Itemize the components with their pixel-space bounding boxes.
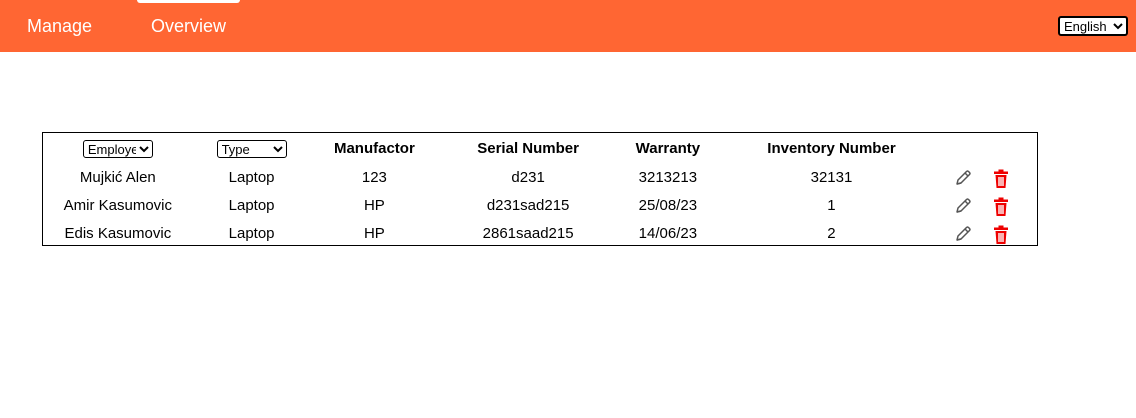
cell-warranty: 3213213	[638, 169, 698, 186]
cell-inventory-number: 2	[827, 225, 836, 242]
cell-actions	[945, 164, 1037, 192]
cell-inventory-number: 1	[827, 197, 836, 214]
active-tab-indicator	[137, 0, 240, 3]
header-inventory-number: Inventory Number	[767, 140, 896, 157]
cell-serial-number: 2861saad215	[482, 225, 574, 242]
cell-actions	[945, 220, 1037, 248]
cell-manufactor: HP	[363, 197, 385, 214]
cell-serial-number: d231	[511, 169, 545, 186]
cell-employee: Mujkić Alen	[79, 169, 156, 186]
cell-manufactor: 123	[361, 169, 387, 186]
table-row: Edis Kasumovic Laptop HP 2861saad215 14/…	[43, 220, 1037, 248]
nav-overview-link[interactable]: Overview	[151, 15, 226, 37]
cell-actions	[945, 192, 1037, 220]
trash-icon[interactable]	[992, 169, 1010, 189]
header-actions	[945, 133, 1037, 164]
top-navbar: Manage Overview English	[0, 0, 1136, 52]
table-row: Amir Kasumovic Laptop HP d231sad215 25/0…	[43, 192, 1037, 220]
table-header-row: Employee Type Manufactor Serial Number W…	[43, 133, 1037, 164]
trash-icon[interactable]	[992, 225, 1010, 245]
language-select[interactable]: English	[1058, 16, 1128, 36]
cell-inventory-number: 32131	[810, 169, 853, 186]
cell-type: Laptop	[228, 197, 275, 214]
type-filter-select[interactable]: Type	[216, 140, 287, 159]
header-employee: Employee	[43, 133, 193, 164]
pencil-edit-icon[interactable]	[954, 197, 972, 215]
pencil-edit-icon[interactable]	[954, 169, 972, 187]
cell-employee: Edis Kasumovic	[64, 225, 172, 242]
table-row: Mujkić Alen Laptop 123 d231 3213213 3213…	[43, 164, 1037, 192]
employee-filter-select[interactable]: Employee	[82, 140, 153, 159]
header-serial-number: Serial Number	[477, 140, 579, 157]
header-type: Type	[193, 133, 311, 164]
header-warranty: Warranty	[635, 140, 701, 157]
cell-type: Laptop	[228, 225, 275, 242]
cell-serial-number: d231sad215	[486, 197, 570, 214]
cell-warranty: 14/06/23	[638, 225, 698, 242]
cell-employee: Amir Kasumovic	[63, 197, 173, 214]
header-manufactor: Manufactor	[333, 140, 415, 157]
cell-type: Laptop	[228, 169, 275, 186]
cell-manufactor: HP	[363, 225, 385, 242]
inventory-table-container: Employee Type Manufactor Serial Number W…	[42, 132, 1038, 246]
trash-icon[interactable]	[992, 197, 1010, 217]
pencil-edit-icon[interactable]	[954, 225, 972, 243]
nav-manage-link[interactable]: Manage	[27, 15, 92, 37]
cell-warranty: 25/08/23	[638, 197, 698, 214]
inventory-table: Employee Type Manufactor Serial Number W…	[43, 133, 1037, 248]
